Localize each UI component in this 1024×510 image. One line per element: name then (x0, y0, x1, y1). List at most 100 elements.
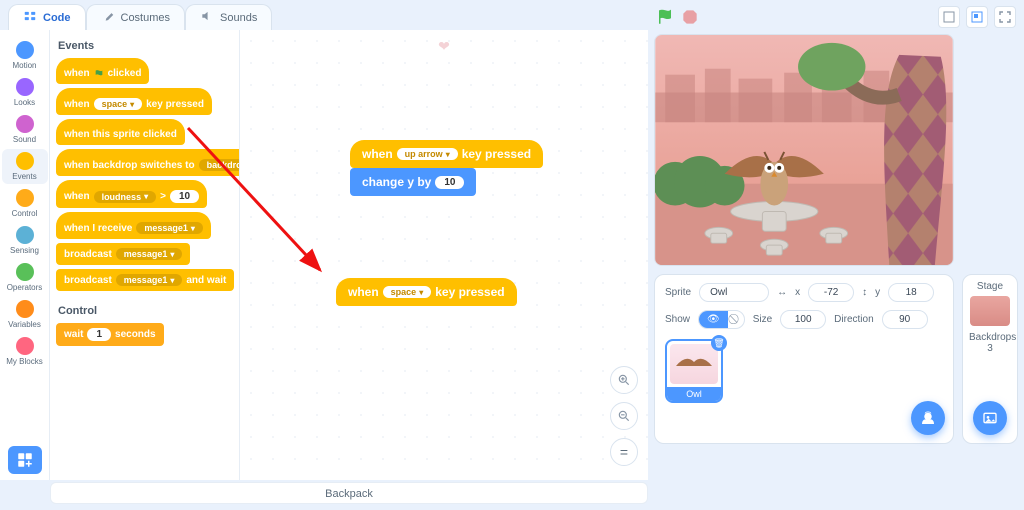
block-when-sprite-clicked[interactable]: when this sprite clicked (56, 119, 185, 145)
block-broadcast-wait[interactable]: broadcast message1▾ and wait (56, 269, 234, 291)
chevron-down-icon: ▾ (419, 288, 423, 297)
canvas-change-y-by[interactable]: change y by 10 (350, 168, 476, 196)
block-broadcast[interactable]: broadcast message1▾ (56, 243, 190, 265)
cat-sound[interactable]: Sound (2, 112, 48, 147)
block-when-flag-clicked[interactable]: when clicked (56, 58, 149, 84)
operators-dot-icon (16, 263, 34, 281)
palette-heading-events: Events (58, 40, 239, 52)
add-extension-button[interactable] (8, 446, 42, 474)
stage-title: Stage (969, 281, 1011, 292)
block-when-loudness[interactable]: when loudness▾ > 10 (56, 180, 207, 208)
add-backdrop-button[interactable] (973, 401, 1007, 435)
control-dot-icon (16, 189, 34, 207)
chevron-down-icon: ▾ (446, 150, 450, 159)
size-label: Size (753, 314, 772, 325)
broadcast-dropdown[interactable]: message1▾ (116, 248, 183, 260)
looks-dot-icon (16, 78, 34, 96)
key-dropdown[interactable]: up arrow▾ (397, 148, 458, 160)
cat-control[interactable]: Control (2, 186, 48, 221)
loudness-value-input[interactable]: 10 (170, 190, 199, 203)
sprite-thumb-image (670, 344, 718, 384)
cat-myblocks[interactable]: My Blocks (2, 334, 48, 369)
loudness-dropdown[interactable]: loudness▾ (94, 191, 157, 203)
sprite-name-input[interactable]: Owl (699, 283, 769, 302)
events-dot-icon (16, 152, 34, 170)
stage-scene (655, 35, 953, 265)
y-label: y (875, 287, 880, 298)
brush-icon (101, 9, 115, 26)
tab-sounds-label: Sounds (220, 12, 257, 24)
stage-large-button[interactable] (966, 6, 988, 28)
chevron-down-icon: ▾ (130, 100, 134, 109)
zoom-in-button[interactable] (610, 366, 638, 394)
cat-sensing[interactable]: Sensing (2, 223, 48, 258)
sprite-info-panel: Sprite Owl ↔ x -72 ↕ y 18 Show 👁⃠ Size 1… (654, 274, 954, 444)
script-stack-2[interactable]: when space▾ key pressed (336, 278, 517, 306)
key-dropdown[interactable]: space▾ (94, 98, 143, 110)
eye-closed-icon: ⃠ (728, 311, 744, 328)
stage-view-controls (938, 6, 1016, 28)
direction-label: Direction (834, 314, 873, 325)
sprite-thumbnail[interactable]: 🗑 Owl (665, 339, 723, 403)
sprite-x-input[interactable]: -72 (808, 283, 854, 302)
cat-motion[interactable]: Motion (2, 38, 48, 73)
category-rail: Motion Looks Sound Events Control Sensin… (0, 30, 50, 480)
sprite-direction-input[interactable]: 90 (882, 310, 928, 329)
visibility-toggle[interactable]: 👁⃠ (698, 310, 745, 329)
block-palette[interactable]: Events when clicked when space▾ key pres… (50, 30, 240, 480)
stage-run-controls (656, 8, 698, 31)
zoom-controls: = (610, 366, 638, 466)
x-label: x (795, 287, 800, 298)
stage-small-button[interactable] (938, 6, 960, 28)
broadcast-wait-dropdown[interactable]: message1▾ (116, 274, 183, 286)
cat-looks[interactable]: Looks (2, 75, 48, 110)
zoom-out-button[interactable] (610, 402, 638, 430)
cat-variables[interactable]: Variables (2, 297, 48, 332)
backpack-bar[interactable]: Backpack (50, 482, 648, 504)
block-when-backdrop-switches[interactable]: when backdrop switches to backdrop1▾ (56, 149, 240, 176)
canvas-when-key-uparrow[interactable]: when up arrow▾ key pressed (350, 140, 543, 168)
myblocks-dot-icon (16, 337, 34, 355)
tab-code-label: Code (43, 12, 71, 24)
cat-operators[interactable]: Operators (2, 260, 48, 295)
zoom-reset-button[interactable]: = (610, 438, 638, 466)
script-canvas[interactable]: ❤ when up arrow▾ key pressed change y by… (240, 30, 648, 480)
key-dropdown[interactable]: space▾ (383, 286, 432, 298)
tab-sounds[interactable]: Sounds (185, 4, 272, 30)
sensing-dot-icon (16, 226, 34, 244)
message-dropdown[interactable]: message1▾ (136, 222, 203, 234)
block-when-receive[interactable]: when I receive message1▾ (56, 212, 211, 239)
fullscreen-button[interactable] (994, 6, 1016, 28)
y-arrows-icon: ↕ (862, 287, 867, 298)
xy-arrows-icon: ↔ (777, 287, 787, 298)
sound-dot-icon (16, 115, 34, 133)
backdrops-count: 3 (969, 343, 1011, 354)
editor-tabs: Code Costumes Sounds (0, 0, 272, 30)
variables-dot-icon (16, 300, 34, 318)
chevron-down-icon: ▾ (144, 192, 148, 201)
tab-code[interactable]: Code (8, 4, 86, 30)
canvas-when-key-space[interactable]: when space▾ key pressed (336, 278, 517, 306)
change-y-value-input[interactable]: 10 (435, 176, 464, 189)
sprite-thumb-name: Owl (667, 387, 721, 401)
tab-costumes[interactable]: Costumes (86, 4, 186, 30)
stage-thumbnail[interactable] (970, 296, 1010, 326)
sprite-size-input[interactable]: 100 (780, 310, 826, 329)
delete-sprite-button[interactable]: 🗑 (711, 335, 727, 351)
backdrop-dropdown[interactable]: backdrop1▾ (199, 159, 240, 171)
script-stack-1[interactable]: when up arrow▾ key pressed change y by 1… (350, 140, 543, 196)
block-when-key-pressed[interactable]: when space▾ key pressed (56, 88, 212, 115)
speaker-icon (200, 9, 214, 26)
code-icon (23, 9, 37, 26)
chevron-down-icon: ▾ (170, 250, 174, 259)
backdrops-label: Backdrops (969, 332, 1011, 343)
sprite-y-input[interactable]: 18 (888, 283, 934, 302)
eye-open-icon: 👁 (699, 311, 728, 328)
green-flag-button[interactable] (656, 8, 674, 31)
stop-button[interactable] (682, 9, 698, 30)
stage[interactable] (654, 34, 954, 266)
add-sprite-button[interactable] (911, 401, 945, 435)
block-wait-seconds[interactable]: wait 1 seconds (56, 323, 164, 346)
cat-events[interactable]: Events (2, 149, 48, 184)
wait-value-input[interactable]: 1 (87, 328, 111, 341)
